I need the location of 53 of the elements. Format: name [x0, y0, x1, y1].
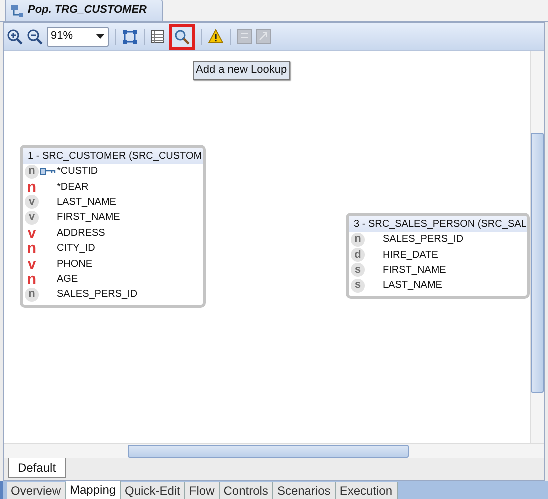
- datatype-icon: v: [25, 226, 39, 240]
- column-name: SALES_PERS_ID: [57, 288, 138, 302]
- mapping-icon: [10, 4, 24, 18]
- datatype-icon: n: [25, 180, 39, 194]
- column-name: *CUSTID: [57, 165, 98, 180]
- search-icon: [174, 28, 190, 44]
- column-name: AGE: [57, 272, 78, 287]
- column-name: LAST_NAME: [57, 196, 116, 210]
- column-name: LAST_NAME: [383, 279, 442, 294]
- column-name: FIRST_NAME: [383, 264, 446, 278]
- datatype-icon: n: [25, 272, 39, 286]
- tooltip: Add a new Lookup: [193, 61, 290, 80]
- editor-view-tab[interactable]: Scenarios: [273, 482, 336, 499]
- datatype-icon: v: [25, 195, 39, 210]
- datatype-icon: n: [25, 288, 39, 302]
- vertical-scrollbar[interactable]: [530, 51, 544, 443]
- datatype-icon: d: [351, 248, 365, 262]
- column-name: PHONE: [57, 258, 93, 272]
- datastore-title: 3 - SRC_SALES_PERSON (SRC_SAL: [354, 218, 527, 232]
- column-name: ADDRESS: [57, 226, 106, 241]
- editor-view-tab[interactable]: Quick-Edit: [121, 482, 186, 499]
- datastore-title: 1 - SRC_CUSTOMER (SRC_CUSTOM: [28, 150, 202, 164]
- editor-view-tab[interactable]: Overview: [7, 482, 66, 499]
- horizontal-scrollbar[interactable]: [4, 443, 544, 458]
- zoom-out-icon[interactable]: [27, 28, 43, 44]
- datatype-icon: s: [351, 263, 365, 278]
- datatype-icon: v: [25, 257, 39, 272]
- editor-tab[interactable]: Pop. TRG_CUSTOMER: [5, 0, 163, 21]
- fit-diagram-icon[interactable]: [122, 28, 138, 44]
- editor-view-tab[interactable]: Flow: [185, 482, 220, 499]
- datatype-icon: n: [25, 164, 39, 179]
- list-icon[interactable]: [151, 30, 165, 44]
- zoom-in-icon[interactable]: [7, 28, 23, 44]
- caret-icon: [96, 34, 105, 39]
- editor-view-tab[interactable]: Controls: [220, 482, 274, 499]
- column-name: HIRE_DATE: [383, 248, 438, 263]
- editor-tab-title: Pop. TRG_CUSTOMER: [28, 3, 147, 18]
- column-name: CITY_ID: [57, 242, 96, 256]
- editor-view-tab[interactable]: Mapping: [66, 481, 122, 499]
- column-name: *DEAR: [57, 180, 89, 195]
- datatype-icon: s: [351, 278, 365, 293]
- add-lookup-button[interactable]: [169, 24, 195, 50]
- datastore-node[interactable]: 3 - SRC_SALES_PERSON (SRC_SAL n SALES_PERS_ID d HIRE_DATE s FIRST_NAME s LAST_NAME: [346, 213, 530, 299]
- datatype-icon: v: [25, 210, 39, 225]
- datastore-node[interactable]: 1 - SRC_CUSTOMER (SRC_CUSTOM n *CUSTID n *DEAR v LAST_NAME v FIRST_NAME v ADDRESS n CITY_ID v PHONE n AGE n SALES_PERS_ID: [20, 145, 206, 308]
- diagram-tab[interactable]: Default: [8, 458, 66, 478]
- datatype-icon: n: [25, 242, 39, 256]
- column-name: FIRST_NAME: [57, 211, 120, 226]
- editor-view-tab[interactable]: Execution: [336, 482, 398, 499]
- warning-icon[interactable]: [208, 29, 224, 44]
- datatype-icon: n: [351, 232, 365, 247]
- column-name: SALES_PERS_ID: [383, 233, 464, 248]
- zoom-dropdown[interactable]: 91%: [47, 26, 109, 46]
